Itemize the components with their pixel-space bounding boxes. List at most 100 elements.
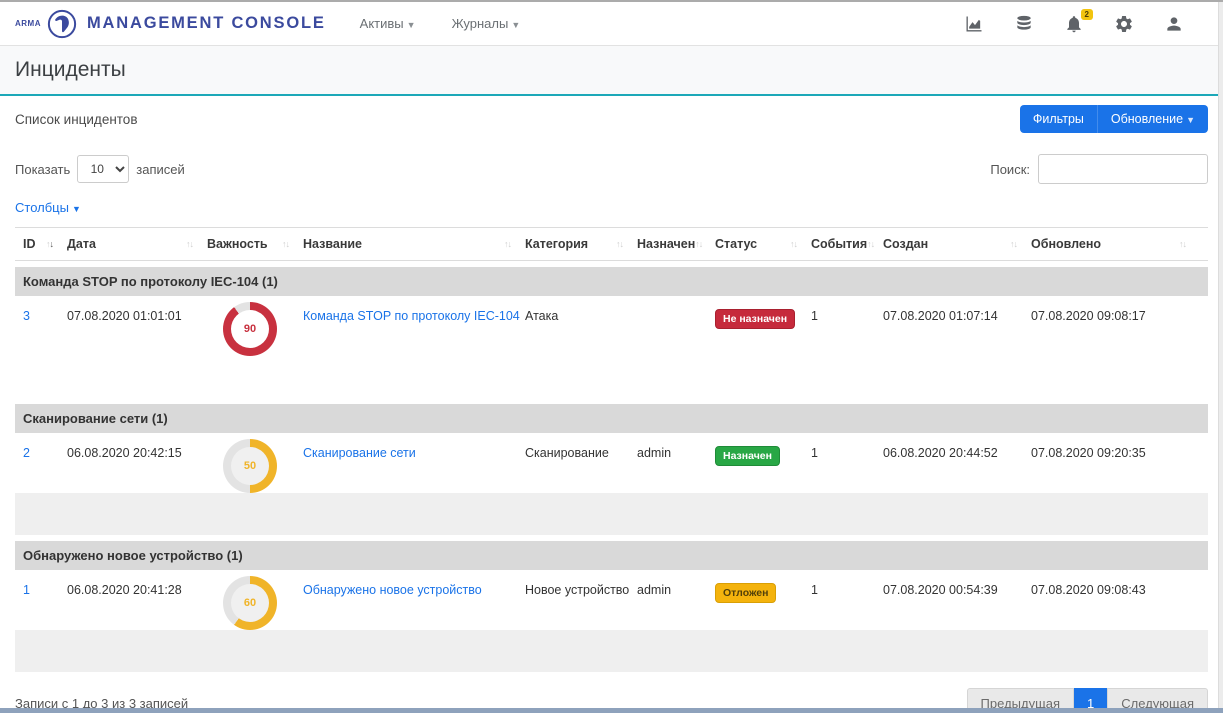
group-header: Команда STOP по протоколу IEC-104 (1) (15, 267, 1208, 296)
nav-assets[interactable]: Активы▼ (360, 16, 416, 31)
incident-events: 1 (811, 570, 883, 630)
chevron-down-icon: ▼ (407, 20, 416, 30)
incident-assignee: admin (637, 433, 715, 493)
column-header-category[interactable]: Категория↑↓ (525, 228, 637, 260)
status-badge: Отложен (715, 583, 776, 603)
arma-logo[interactable]: ARMA MANAGEMENT CONSOLE (15, 9, 326, 39)
incidents-table: ID↑↓ Дата↑↓ Важность↑↓ Название↑↓ Катего… (15, 227, 1208, 672)
incident-date: 06.08.2020 20:41:28 (67, 570, 207, 630)
status-cell: Отложен (715, 570, 811, 630)
importance-cell: 60 (207, 570, 303, 630)
incident-assignee (637, 296, 715, 356)
panel-header: Список инцидентов Фильтры Обновление▼ (0, 96, 1223, 142)
chevron-down-icon: ▼ (72, 204, 81, 214)
length-suffix-label: записей (136, 162, 184, 177)
incident-group: Сканирование сети (1) 2 06.08.2020 20:42… (15, 404, 1208, 535)
search-input[interactable] (1038, 154, 1208, 184)
incident-name-link[interactable]: Сканирование сети (303, 446, 416, 460)
group-header: Обнаружено новое устройство (1) (15, 541, 1208, 570)
window-bottom-edge (0, 708, 1223, 713)
incident-updated: 07.08.2020 09:20:35 (1031, 433, 1200, 493)
incident-category: Новое устройство (525, 570, 637, 630)
main-nav: Активы▼ Журналы▼ (360, 16, 521, 31)
page-title: Инциденты (15, 58, 126, 82)
incident-name-link[interactable]: Обнаружено новое устройство (303, 583, 482, 597)
page-length-control: Показать 10 записей (15, 155, 185, 183)
row-spacer (15, 493, 1208, 535)
incident-id-cell: 2 (23, 433, 67, 493)
incident-created: 06.08.2020 20:44:52 (883, 433, 1031, 493)
search-label: Поиск: (990, 162, 1030, 177)
sort-icon: ↑↓ (282, 239, 289, 249)
brand-title: MANAGEMENT CONSOLE (87, 14, 326, 33)
table-header-row: ID↑↓ Дата↑↓ Важность↑↓ Название↑↓ Катего… (15, 227, 1208, 261)
page-length-select[interactable]: 10 (77, 155, 129, 183)
refresh-dropdown-button[interactable]: Обновление▼ (1097, 105, 1208, 133)
row-spacer (15, 630, 1208, 672)
column-header-updated[interactable]: Обновлено↑↓ (1031, 228, 1200, 260)
column-header-status[interactable]: Статус↑↓ (715, 228, 811, 260)
importance-value: 60 (223, 576, 277, 630)
incident-name-cell: Обнаружено новое устройство (303, 570, 525, 630)
incident-created: 07.08.2020 00:54:39 (883, 570, 1031, 630)
user-icon[interactable] (1164, 14, 1184, 34)
sort-icon: ↑↓ (1010, 239, 1017, 249)
incident-updated: 07.08.2020 09:08:43 (1031, 570, 1200, 630)
status-badge: Назначен (715, 446, 780, 466)
panel-actions: Фильтры Обновление▼ (1020, 105, 1208, 133)
incident-id-link[interactable]: 2 (23, 446, 30, 460)
incident-name-cell: Команда STOP по протоколу IEC-104 (303, 296, 525, 356)
table-controls: Показать 10 записей Поиск: Столбцы▼ (0, 142, 1223, 227)
column-header-date[interactable]: Дата↑↓ (67, 228, 207, 260)
incident-row: 2 06.08.2020 20:42:15 50 Сканирование се… (15, 433, 1208, 493)
incident-row: 1 06.08.2020 20:41:28 60 Обнаружено ново… (15, 570, 1208, 630)
sort-icon: ↑↓ (46, 239, 53, 249)
importance-donut: 90 (223, 302, 277, 356)
status-cell: Назначен (715, 433, 811, 493)
incident-date: 06.08.2020 20:42:15 (67, 433, 207, 493)
column-header-importance[interactable]: Важность↑↓ (207, 228, 303, 260)
column-header-events[interactable]: События↑↓ (811, 228, 883, 260)
importance-donut: 60 (223, 576, 277, 630)
gear-icon[interactable] (1114, 14, 1134, 34)
incident-group: Команда STOP по протоколу IEC-104 (1) 3 … (15, 267, 1208, 398)
panel-title: Список инцидентов (15, 112, 138, 127)
chart-icon[interactable] (964, 14, 984, 34)
search-control: Поиск: (990, 154, 1208, 184)
importance-donut: 50 (223, 439, 277, 493)
incident-category: Сканирование (525, 433, 637, 493)
importance-cell: 90 (207, 296, 303, 356)
incident-updated: 07.08.2020 09:08:17 (1031, 296, 1200, 356)
column-header-name[interactable]: Название↑↓ (303, 228, 525, 260)
incident-id-link[interactable]: 3 (23, 309, 30, 323)
incident-id-cell: 3 (23, 296, 67, 356)
topbar-icons: 2 (964, 14, 1208, 34)
sort-icon: ↑↓ (616, 239, 623, 249)
incident-events: 1 (811, 433, 883, 493)
incident-name-cell: Сканирование сети (303, 433, 525, 493)
sort-icon: ↑↓ (186, 239, 193, 249)
filters-button[interactable]: Фильтры (1020, 105, 1097, 133)
sort-icon: ↑↓ (867, 239, 874, 249)
sort-icon: ↑↓ (504, 239, 511, 249)
scrollbar[interactable] (1218, 2, 1223, 708)
sort-icon: ↑↓ (695, 239, 702, 249)
incident-assignee: admin (637, 570, 715, 630)
status-badge: Не назначен (715, 309, 795, 329)
incident-name-link[interactable]: Команда STOP по протоколу IEC-104 (303, 309, 520, 323)
incident-created: 07.08.2020 01:07:14 (883, 296, 1031, 356)
notification-badge: 2 (1081, 9, 1093, 20)
column-header-assignee[interactable]: Назначен↑↓ (637, 228, 715, 260)
incident-id-link[interactable]: 1 (23, 583, 30, 597)
incident-events: 1 (811, 296, 883, 356)
column-header-id[interactable]: ID↑↓ (23, 228, 67, 260)
table-footer: Записи с 1 до 3 из 3 записей Предыдущая … (0, 672, 1223, 713)
columns-dropdown[interactable]: Столбцы▼ (15, 200, 81, 215)
sort-icon: ↑↓ (1179, 239, 1186, 249)
column-header-created[interactable]: Создан↑↓ (883, 228, 1031, 260)
chevron-down-icon: ▼ (511, 20, 520, 30)
database-icon[interactable] (1014, 14, 1034, 34)
nav-journals[interactable]: Журналы▼ (452, 16, 521, 31)
status-cell: Не назначен (715, 296, 811, 356)
bell-icon[interactable]: 2 (1064, 14, 1084, 34)
